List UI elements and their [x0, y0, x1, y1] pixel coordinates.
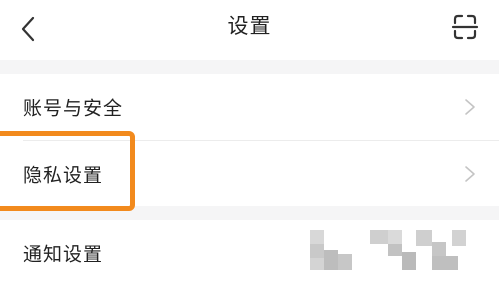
section-gap — [0, 60, 499, 74]
settings-screen: 设置 账号与安全 隐私设置 通知设置 — [0, 0, 499, 286]
section-gap — [0, 206, 499, 220]
settings-item-privacy[interactable]: 隐私设置 — [0, 141, 499, 207]
redacted-area — [310, 230, 470, 272]
settings-item-account-security[interactable]: 账号与安全 — [0, 74, 499, 140]
settings-item-label: 通知设置 — [23, 243, 104, 266]
scan-button[interactable] — [448, 10, 482, 44]
page-title: 设置 — [227, 14, 272, 38]
navigation-bar: 设置 — [0, 0, 499, 60]
settings-item-label: 账号与安全 — [23, 97, 124, 120]
scan-icon — [451, 14, 479, 40]
settings-item-label: 隐私设置 — [23, 164, 104, 187]
chevron-right-icon — [465, 166, 475, 182]
chevron-right-icon — [465, 99, 475, 115]
